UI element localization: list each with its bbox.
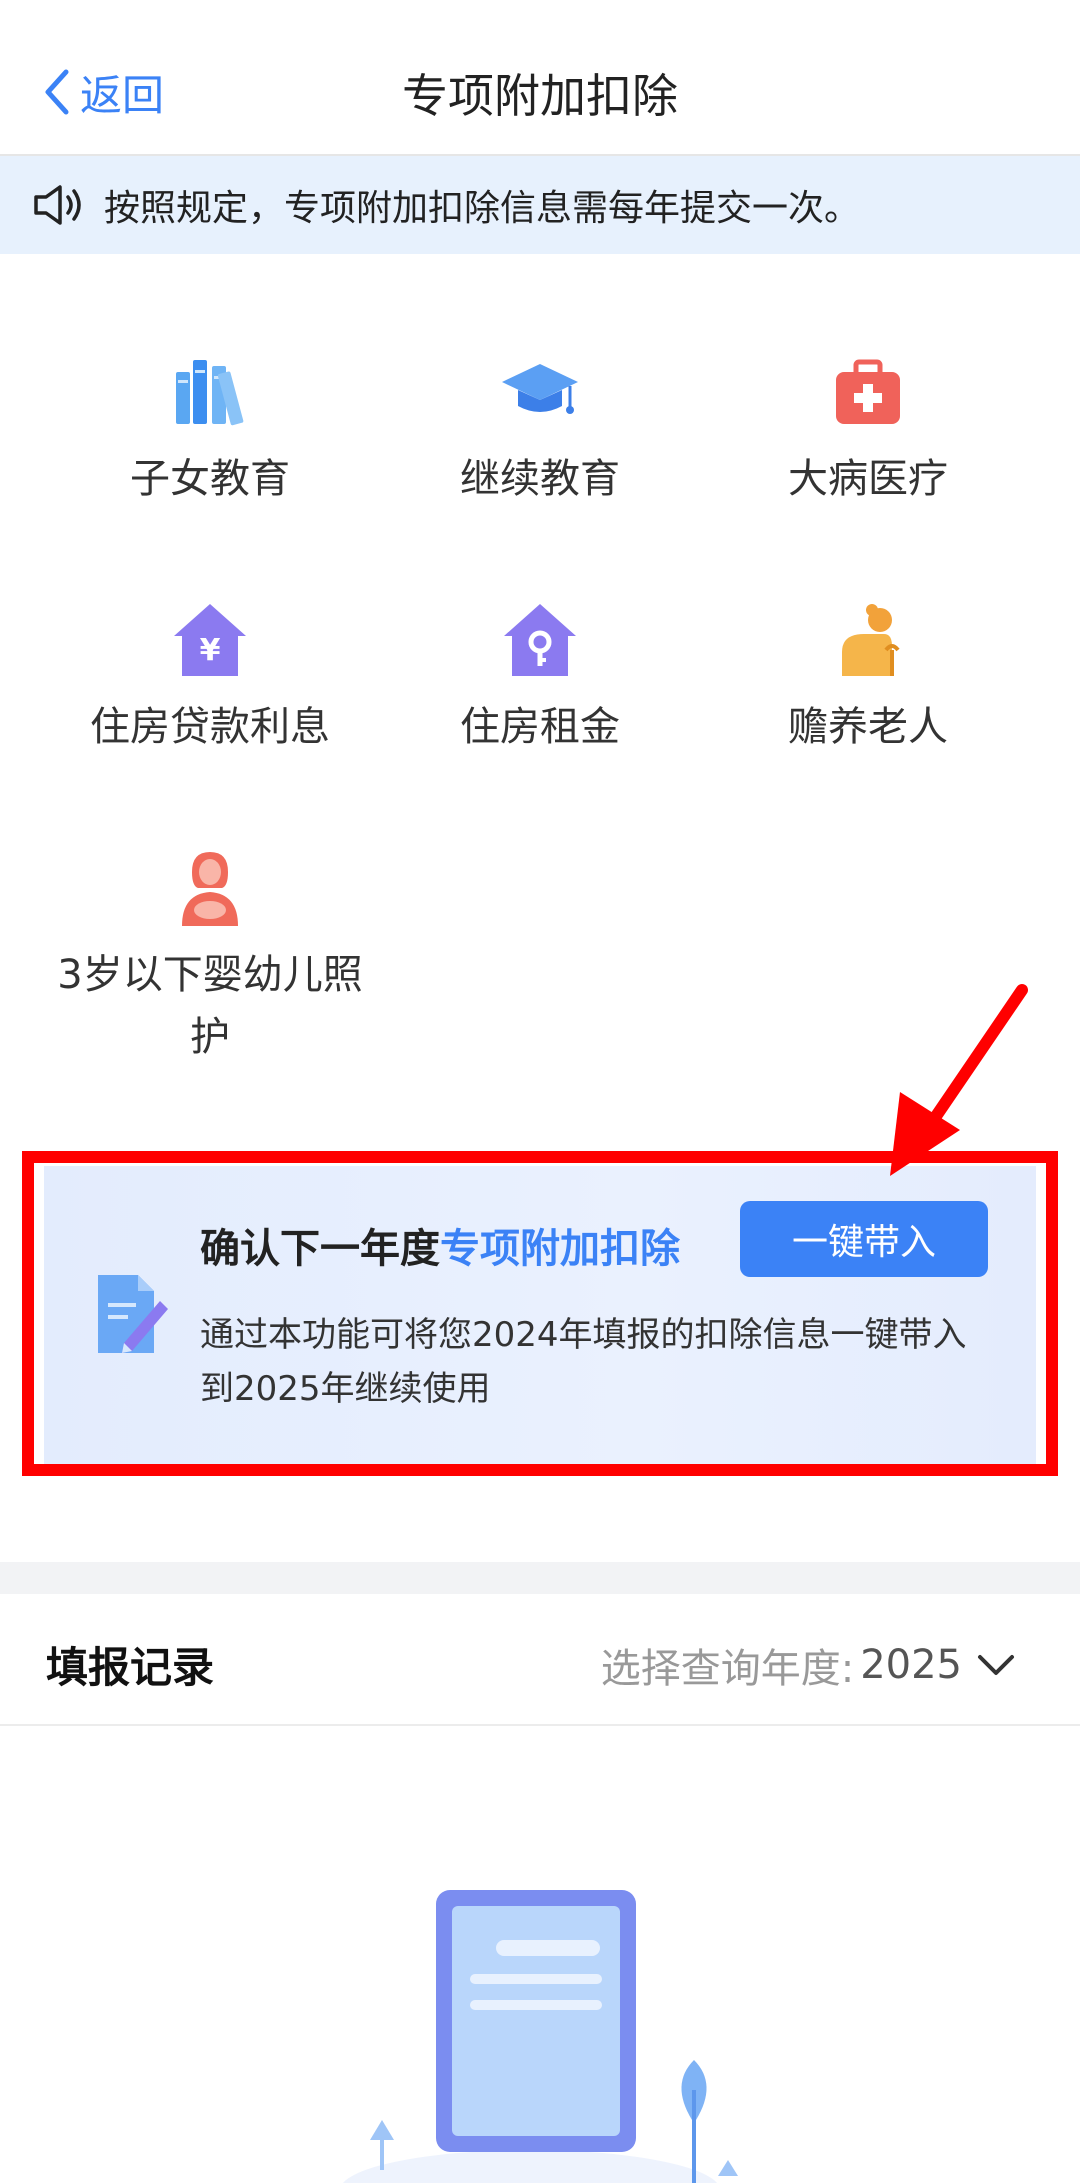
category-housing-loan-interest[interactable]: ¥ 住房贷款利息 (50, 600, 370, 758)
filing-records-header: 填报记录 选择查询年度: 2025 (0, 1594, 1080, 1726)
category-label: 3岁以下婴幼儿照护 (57, 952, 363, 1060)
section-divider (0, 1562, 1080, 1594)
year-selector[interactable]: 选择查询年度: 2025 (601, 1636, 1016, 1694)
page-title: 专项附加扣除 (402, 69, 678, 123)
category-elderly-support[interactable]: 赡养老人 (708, 600, 1028, 758)
year-selector-label: 选择查询年度: (600, 1646, 855, 1692)
books-icon (176, 360, 244, 426)
records-title: 填报记录 (46, 1643, 215, 1692)
highlight-frame (22, 1151, 1058, 1476)
empty-records-illustration (342, 1890, 738, 2183)
graduation-cap-icon (502, 364, 578, 414)
category-label: 子女教育 (130, 456, 290, 502)
category-label: 赡养老人 (788, 704, 948, 750)
category-infant-care[interactable]: 3岁以下婴幼儿照护 (50, 848, 370, 1068)
mother-baby-icon (182, 852, 238, 926)
category-continuing-education[interactable]: 继续教育 (380, 352, 700, 510)
category-housing-rent[interactable]: 住房租金 (380, 600, 700, 758)
category-label: 住房租金 (460, 704, 620, 750)
category-label: 住房贷款利息 (90, 704, 330, 750)
notice-text: 按照规定，专项附加扣除信息需每年提交一次。 (104, 188, 861, 229)
house-key-icon (504, 604, 576, 676)
top-nav-bar: 返回 专项附加扣除 (0, 0, 1080, 156)
category-serious-illness-medical[interactable]: 大病医疗 (708, 352, 1028, 510)
svg-text:¥: ¥ (200, 633, 221, 668)
category-label: 大病医疗 (788, 456, 948, 502)
category-child-education[interactable]: 子女教育 (50, 352, 370, 510)
medical-kit-icon (836, 359, 900, 424)
notice-bar: 按照规定，专项附加扣除信息需每年提交一次。 (0, 156, 1080, 254)
year-value: 2025 (860, 1642, 962, 1688)
speaker-icon (34, 185, 81, 225)
chevron-down-icon (978, 1655, 1014, 1675)
elderly-person-icon (842, 604, 900, 676)
annotation-arrow-icon (890, 984, 1028, 1176)
category-label: 继续教育 (460, 456, 620, 502)
house-yen-icon: ¥ (174, 604, 246, 676)
